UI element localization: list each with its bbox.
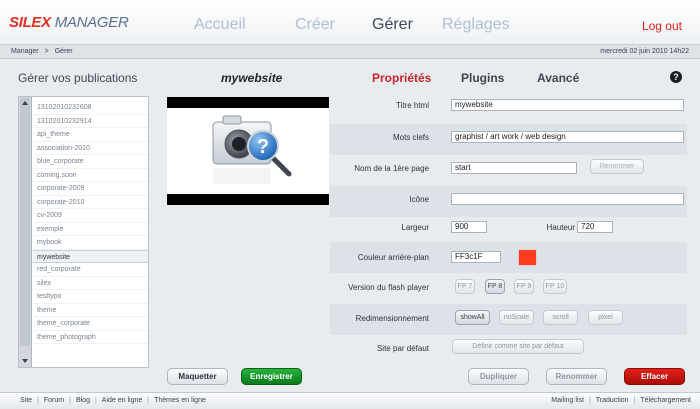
tab-avance[interactable]: Avancé <box>537 71 579 85</box>
scroll-down-arrow-icon[interactable] <box>22 359 28 363</box>
publication-item[interactable]: mybook <box>33 236 148 250</box>
flash-fp9-button[interactable]: FP 9 <box>514 279 534 294</box>
nav-reglages[interactable]: Réglages <box>442 16 510 34</box>
keywords-input[interactable]: graphist / art work / web design <box>451 131 684 143</box>
bg-color-swatch[interactable] <box>518 249 537 266</box>
publication-item[interactable]: corporate-2009 <box>33 182 148 196</box>
resize-pixel-button[interactable]: pixel <box>588 310 623 325</box>
keywords-label: Mots clefs <box>392 133 429 142</box>
publication-items: 13102010232608 13102010232914 api_theme ass… <box>33 101 148 344</box>
row-icon: Icône <box>330 186 687 217</box>
breadcrumb-separator: > <box>44 48 49 55</box>
height-label: Hauteur <box>546 223 575 232</box>
maquetter-button[interactable]: Maquetter <box>167 368 228 385</box>
row-keywords: Mots clefs graphist / art work / web des… <box>330 124 687 155</box>
html-title-input[interactable]: mywebsite <box>451 99 684 111</box>
width-label: Largeur <box>401 223 429 232</box>
breadcrumb-current: Gérer <box>54 48 73 55</box>
row-html-title: Titre html mywebsite <box>330 93 687 124</box>
footer-link-translation[interactable]: Traduction <box>596 397 629 404</box>
site-preview: ? <box>167 97 329 205</box>
publication-item[interactable]: 13102010232914 <box>33 115 148 128</box>
publication-item[interactable]: mywebsite <box>33 249 148 263</box>
save-button[interactable]: Enregistrer <box>241 368 302 385</box>
help-icon[interactable]: ? <box>670 71 682 83</box>
delete-button[interactable]: Effacer <box>624 368 685 385</box>
row-flash-version: Version du flash player FP 7 FP 8 FP 9 F… <box>330 273 687 304</box>
publications-title: Gérer vos publications <box>18 71 138 85</box>
duplicate-button[interactable]: Dupliquer <box>468 368 529 385</box>
resize-showall-button[interactable]: showAll <box>455 310 490 325</box>
tab-proprietes[interactable]: Propriétés <box>372 71 431 85</box>
preview-frame: ? <box>167 108 329 194</box>
publication-item[interactable]: association-2010 <box>33 142 148 155</box>
flash-fp8-button[interactable]: FP 8 <box>485 279 505 294</box>
top-bar: SILEX MANAGER Accueil Créer Gérer Réglag… <box>0 0 700 45</box>
publication-item[interactable]: theme_photograph <box>33 331 148 344</box>
html-title-label: Titre html <box>395 101 429 110</box>
footer-link-mailing-list[interactable]: Mailing list <box>551 397 584 404</box>
breadcrumb-root[interactable]: Manager <box>11 48 39 55</box>
scrollbar-thumb[interactable] <box>20 98 30 346</box>
nav-accueil[interactable]: Accueil <box>194 16 246 34</box>
publication-item[interactable]: corporate-2010 <box>33 196 148 209</box>
footer-link-forum[interactable]: Forum <box>44 397 64 404</box>
icon-input[interactable] <box>451 193 684 205</box>
bg-color-label: Couleur arrière-plan <box>357 253 429 262</box>
publication-list[interactable]: 13102010232608 13102010232914 api_theme ass… <box>18 96 149 368</box>
width-input[interactable]: 900 <box>451 221 487 233</box>
rename-button[interactable]: Renommer <box>546 368 607 385</box>
footer-link-blog[interactable]: Blog <box>76 397 90 404</box>
svg-text:?: ? <box>257 136 269 158</box>
first-page-input[interactable]: start <box>451 162 577 174</box>
publication-item[interactable]: blue_corporate <box>33 155 148 169</box>
flash-fp10-button[interactable]: FP 10 <box>543 279 567 294</box>
footer: Site | Forum | Blog | Aide en ligne | Thèmes en … <box>0 392 700 409</box>
app-logo: SILEX MANAGER <box>9 14 129 31</box>
bg-color-input[interactable]: FF3c1F <box>451 251 501 263</box>
footer-links-right: Mailing list | Traduction | Téléchargement <box>551 397 691 404</box>
breadcrumb: Manager > Gérer <box>11 48 73 55</box>
publication-item[interactable]: exemple <box>33 223 148 236</box>
height-input[interactable]: 720 <box>577 221 613 233</box>
nav-creer[interactable]: Créer <box>295 16 335 34</box>
publication-item[interactable]: silex <box>33 277 148 290</box>
row-first-page: Nom de la 1ère page start Renommer <box>330 155 687 186</box>
resize-label: Redimensionnement <box>355 314 429 323</box>
publication-item[interactable]: theme_corporate <box>33 317 148 331</box>
row-resize: Redimensionnement showAll noScale scroll… <box>330 304 687 335</box>
icon-label: Icône <box>409 195 429 204</box>
rename-page-button[interactable]: Renommer <box>590 159 644 174</box>
publication-item[interactable]: theme <box>33 304 148 317</box>
flash-fp7-button[interactable]: FP 7 <box>455 279 475 294</box>
resize-scroll-button[interactable]: scroll <box>543 310 578 325</box>
footer-links-left: Site | Forum | Blog | Aide en ligne | Thèmes en … <box>20 397 206 404</box>
footer-link-online-help[interactable]: Aide en ligne <box>102 397 142 404</box>
footer-link-online-themes[interactable]: Thèmes en ligne <box>154 397 206 404</box>
nav-gerer[interactable]: Gérer <box>372 16 413 34</box>
site-name: mywebsite <box>221 71 283 85</box>
first-page-label: Nom de la 1ère page <box>354 164 429 173</box>
row-default-site: Site par défaut Définir comme site par d… <box>330 335 687 366</box>
flash-version-label: Version du flash player <box>348 283 429 292</box>
row-bg-color: Couleur arrière-plan FF3c1F <box>330 242 687 273</box>
breadcrumb-bar: Manager > Gérer mercredi 02 juin 2010 14h2… <box>0 45 700 59</box>
logout-link[interactable]: Log out <box>642 19 682 33</box>
publication-item[interactable]: testtypo <box>33 290 148 304</box>
footer-link-site[interactable]: Site <box>20 397 32 404</box>
list-scrollbar[interactable] <box>19 97 32 367</box>
publication-item[interactable]: cv-2009 <box>33 209 148 223</box>
set-default-site-button[interactable]: Définir comme site par défaut <box>452 339 584 354</box>
publication-item[interactable]: api_theme <box>33 128 148 142</box>
publication-item[interactable]: coming.soon <box>33 169 148 182</box>
camera-question-icon: ? <box>212 115 292 184</box>
tab-plugins[interactable]: Plugins <box>461 71 504 85</box>
publication-item[interactable]: red_corporate <box>33 263 148 277</box>
publication-item[interactable]: 13102010232608 <box>33 101 148 115</box>
current-date: mercredi 02 juin 2010 14h22 <box>600 48 689 55</box>
default-site-label: Site par défaut <box>376 344 429 353</box>
resize-noscale-button[interactable]: noScale <box>499 310 534 325</box>
scroll-up-arrow-icon[interactable] <box>22 101 28 105</box>
footer-link-download[interactable]: Téléchargement <box>640 397 691 404</box>
